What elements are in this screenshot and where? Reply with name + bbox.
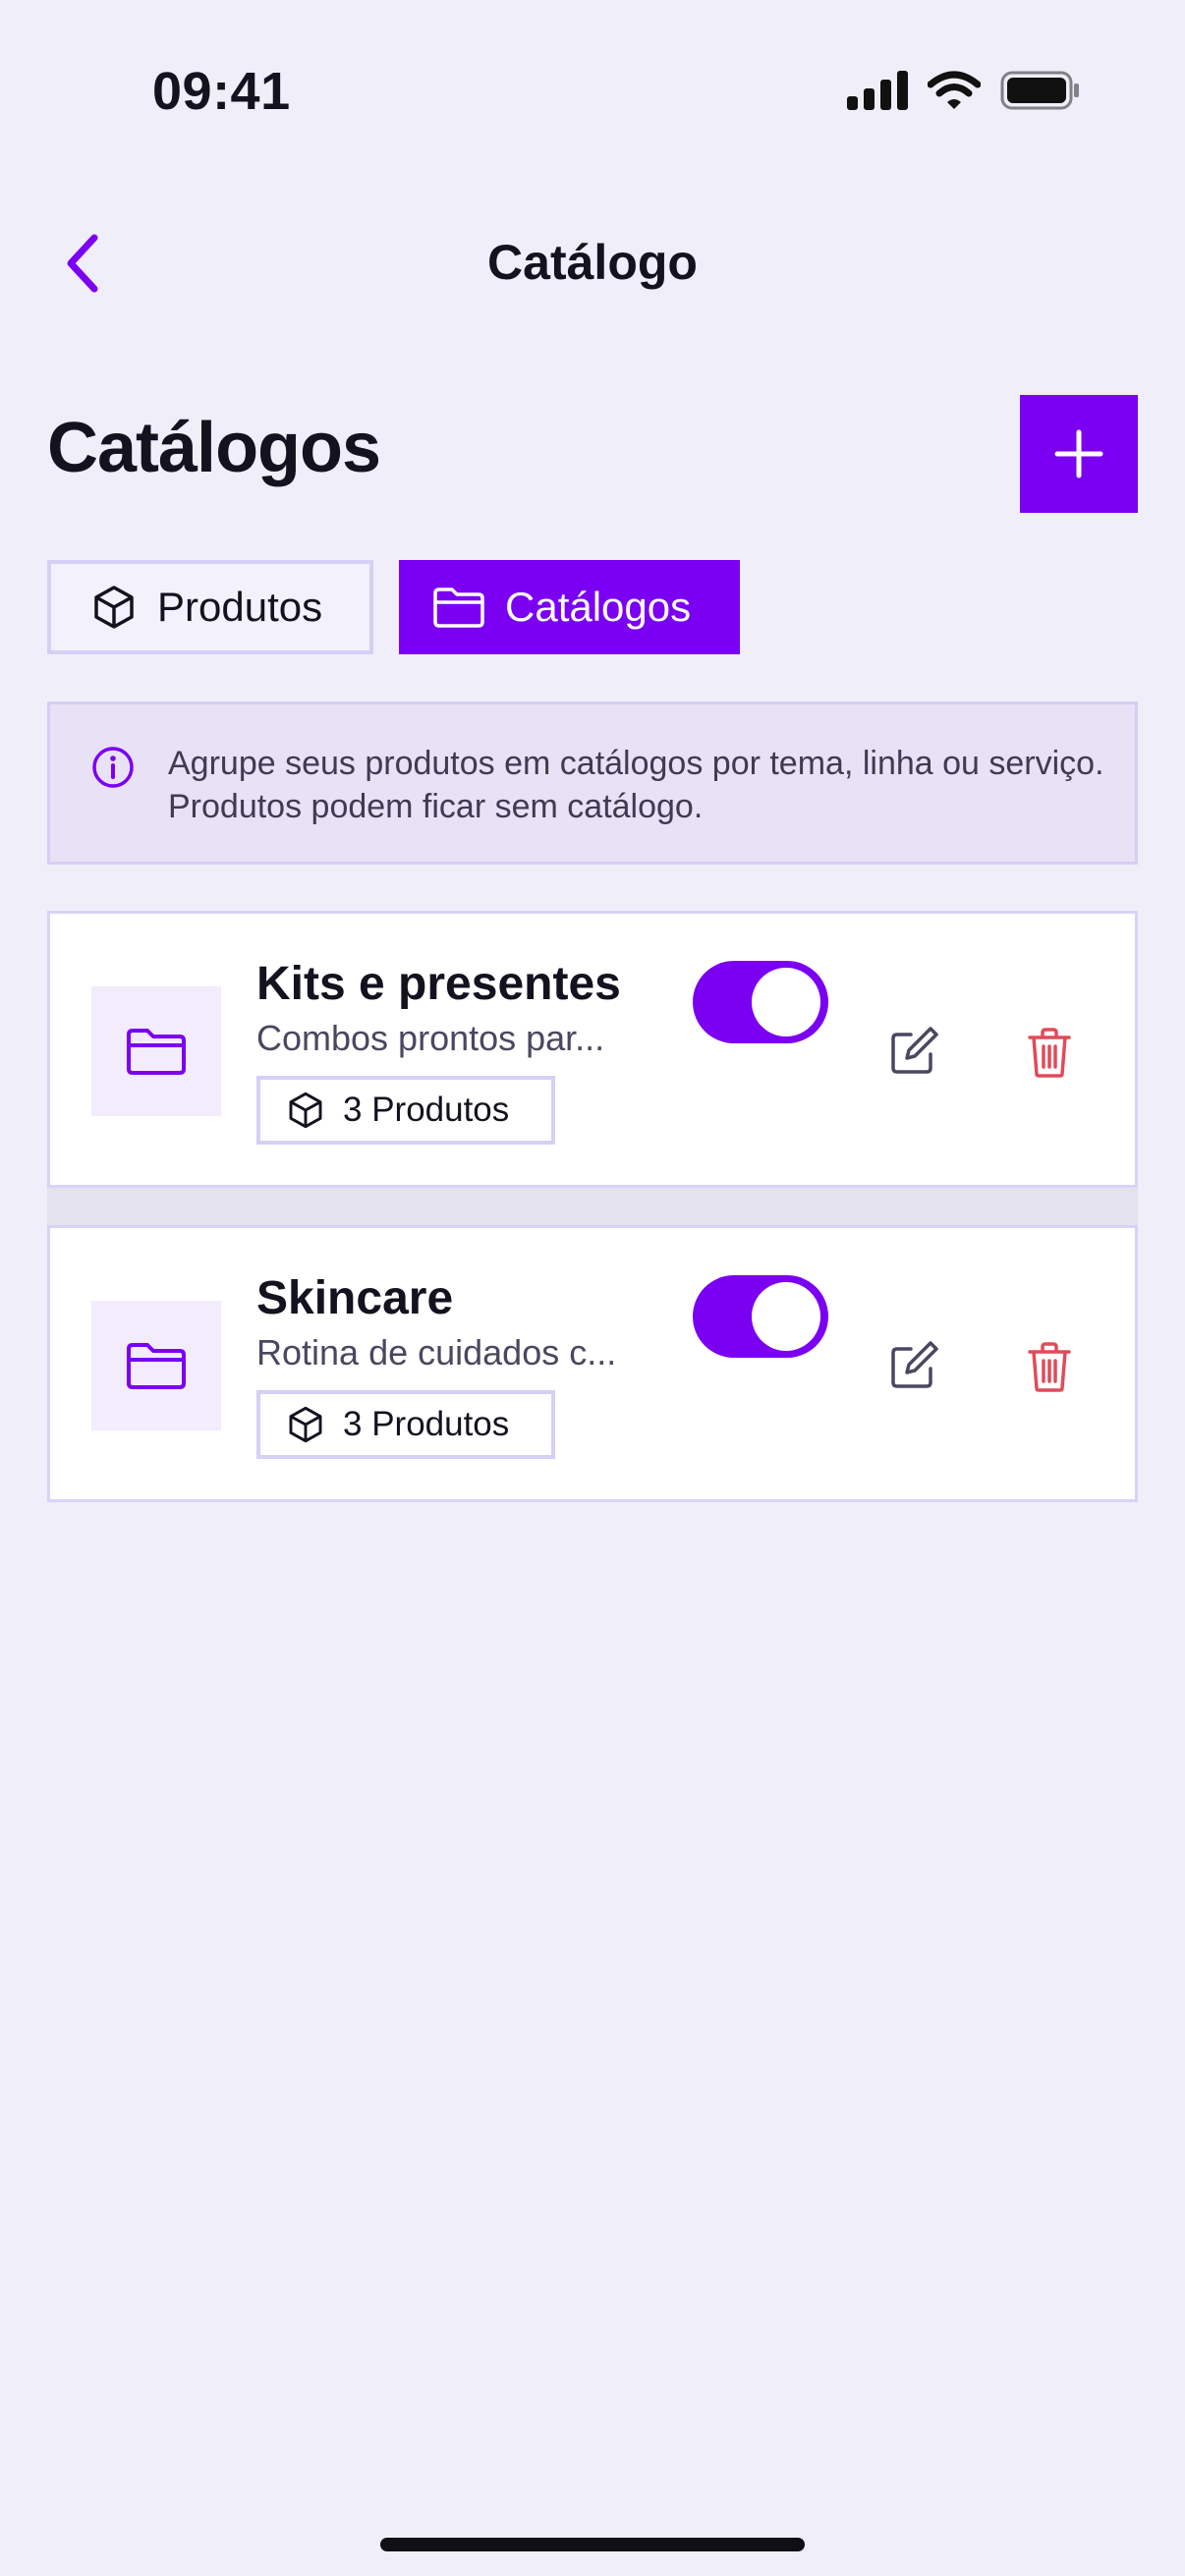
catalog-description: Combos prontos par... <box>256 1018 605 1058</box>
edit-icon <box>885 1025 940 1080</box>
card-divider <box>47 1188 1138 1225</box>
trash-icon <box>1022 1025 1077 1080</box>
status-time: 09:41 <box>152 62 291 121</box>
edit-button[interactable] <box>885 1339 940 1394</box>
nav-title: Catálogo <box>487 235 698 290</box>
catalog-description: Rotina de cuidados c... <box>256 1332 617 1372</box>
products-count-badge[interactable]: 3 Produtos <box>256 1390 555 1459</box>
products-count-label: 3 Produtos <box>343 1405 510 1443</box>
folder-icon <box>125 1026 188 1077</box>
folder-icon <box>125 1340 188 1391</box>
catalog-card[interactable]: Kits e presentes Combos prontos par... 3… <box>47 911 1138 1188</box>
plus-icon <box>1054 429 1103 478</box>
products-count-label: 3 Produtos <box>343 1091 510 1129</box>
add-catalog-button[interactable] <box>1020 395 1138 513</box>
page-title: Catálogos <box>47 409 381 487</box>
trash-icon <box>1022 1339 1077 1394</box>
box-icon <box>286 1405 325 1444</box>
catalog-thumbnail <box>91 986 221 1116</box>
edit-icon <box>885 1339 940 1394</box>
catalog-active-toggle[interactable] <box>693 1275 828 1358</box>
box-icon <box>90 584 138 631</box>
tab-products-label: Produtos <box>157 584 323 630</box>
toggle-knob <box>752 1282 820 1351</box>
battery-icon <box>1000 71 1081 110</box>
home-indicator[interactable] <box>380 2538 805 2551</box>
tab-catalogs-label: Catálogos <box>505 584 692 630</box>
edit-button[interactable] <box>885 1025 940 1080</box>
wifi-icon <box>928 71 981 110</box>
catalog-card[interactable]: Skincare Rotina de cuidados c... 3 Produ… <box>47 1225 1138 1502</box>
toggle-knob <box>752 968 820 1036</box>
info-banner: Agrupe seus produtos em catálogos por te… <box>47 701 1138 865</box>
catalog-active-toggle[interactable] <box>693 961 828 1043</box>
box-icon <box>286 1091 325 1130</box>
catalog-title: Kits e presentes <box>256 958 621 1010</box>
cellular-signal-icon <box>847 71 908 110</box>
delete-button[interactable] <box>1022 1339 1077 1394</box>
products-count-badge[interactable]: 3 Produtos <box>256 1076 555 1145</box>
tab-products[interactable]: Produtos <box>47 560 373 654</box>
status-icons <box>847 71 1081 110</box>
catalog-thumbnail <box>91 1301 221 1430</box>
info-icon <box>91 746 135 789</box>
info-text: Agrupe seus produtos em catálogos por te… <box>168 745 1104 825</box>
tab-catalogs[interactable]: Catálogos <box>399 560 740 654</box>
folder-icon <box>432 586 485 629</box>
catalog-title: Skincare <box>256 1272 454 1324</box>
delete-button[interactable] <box>1022 1025 1077 1080</box>
